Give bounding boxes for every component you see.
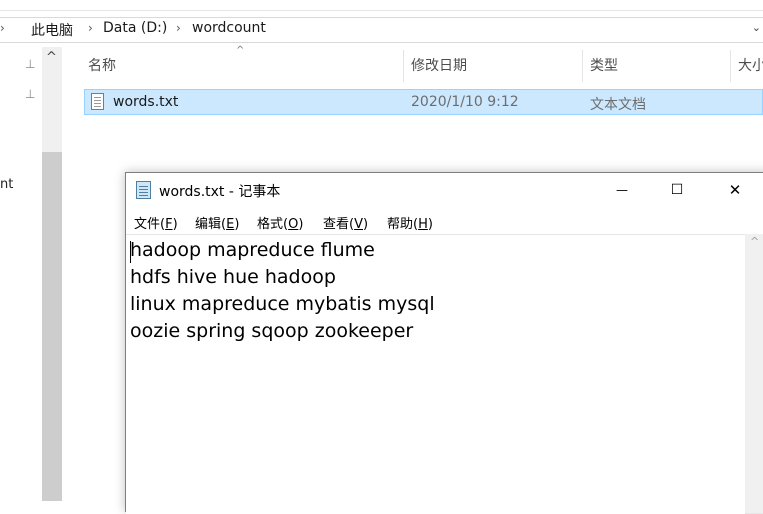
address-dropdown-icon[interactable]: ⌄: [752, 21, 761, 34]
file-modified: 2020/1/10 9:12: [411, 94, 519, 110]
pin-icon[interactable]: ⊥: [25, 87, 35, 101]
notepad-title: words.txt - 记事本: [159, 184, 281, 200]
chevron-right-icon[interactable]: ›: [88, 21, 93, 35]
notepad-vertical-scrollbar[interactable]: [745, 234, 763, 513]
scroll-up-icon[interactable]: ^: [750, 235, 759, 248]
text-line: linux mapreduce mybatis mysql: [130, 293, 435, 315]
file-name[interactable]: words.txt: [113, 94, 178, 110]
minimize-icon: —: [616, 182, 628, 197]
file-type: 文本文档: [590, 97, 646, 113]
column-header-name[interactable]: 名称: [88, 55, 116, 75]
column-header-size[interactable]: 大小: [738, 55, 763, 75]
column-divider[interactable]: [582, 50, 583, 82]
breadcrumb-data-drive[interactable]: Data (D:): [103, 20, 167, 36]
column-header-type[interactable]: 类型: [590, 55, 618, 75]
menu-edit[interactable]: 编辑(E): [195, 213, 239, 232]
close-button[interactable]: ✕: [712, 173, 758, 206]
notepad-title-bar[interactable]: words.txt - 记事本 — ☐ ✕: [126, 173, 763, 206]
text-line: oozie spring sqoop zookeeper: [130, 320, 414, 342]
breadcrumb-this-pc[interactable]: 此电脑: [31, 20, 73, 40]
chevron-right-icon[interactable]: ›: [0, 21, 5, 35]
notepad-menu-bar: 文件(F) 编辑(E) 格式(O) 查看(V) 帮助(H): [126, 209, 763, 233]
text-file-icon: [91, 93, 104, 110]
maximize-icon: ☐: [670, 181, 684, 198]
menu-file[interactable]: 文件(F): [134, 213, 178, 232]
menu-view[interactable]: 查看(V): [323, 213, 368, 232]
menu-format[interactable]: 格式(O): [257, 213, 303, 232]
minimize-button[interactable]: —: [599, 173, 645, 206]
ribbon-strip: [0, 0, 763, 11]
notepad-text-area[interactable]: hadoop mapreduce flume hdfs hive hue had…: [126, 234, 745, 514]
notepad-window: words.txt - 记事本 — ☐ ✕ 文件(F) 编辑(E) 格式(O) …: [125, 172, 763, 514]
nav-item-partial[interactable]: nt: [0, 177, 13, 192]
address-bar: › 此电脑 › Data (D:) › wordcount ⌄: [0, 11, 763, 47]
maximize-button[interactable]: ☐: [654, 173, 700, 206]
nav-scrollbar-thumb[interactable]: [42, 152, 62, 501]
menu-help[interactable]: 帮助(H): [387, 213, 433, 232]
chevron-right-icon[interactable]: ›: [176, 21, 181, 35]
column-divider[interactable]: [403, 50, 404, 82]
column-header-modified[interactable]: 修改日期: [411, 55, 467, 75]
notepad-app-icon[interactable]: [136, 181, 151, 199]
text-line: hadoop mapreduce flume: [130, 239, 375, 261]
close-icon: ✕: [728, 180, 742, 199]
column-divider[interactable]: [730, 50, 731, 82]
pin-icon[interactable]: ⊥: [25, 57, 35, 71]
scroll-up-icon[interactable]: ^: [46, 50, 57, 65]
breadcrumb-wordcount[interactable]: wordcount: [192, 20, 266, 36]
sort-ascending-icon: ^: [236, 45, 245, 56]
text-line: hdfs hive hue hadoop: [130, 266, 336, 288]
